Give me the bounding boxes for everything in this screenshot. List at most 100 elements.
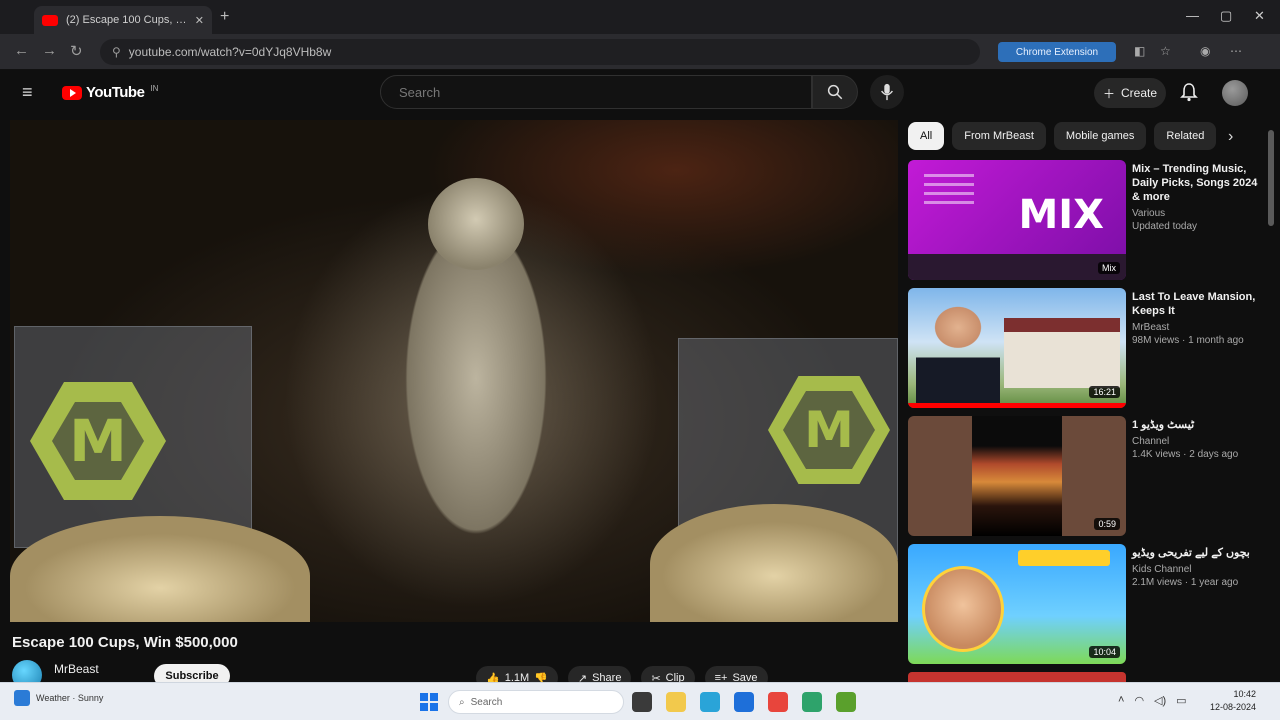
recommendation-thumbnail[interactable]: MIX Mix — [908, 160, 1126, 280]
recommendation-channel: Various — [1132, 208, 1166, 219]
clock-date: 12-08-2024 — [1210, 702, 1257, 712]
recommendation-item[interactable]: 0:59 ٹیسٹ ویڈیو 1 Channel 1.4K views · 2… — [908, 416, 1268, 536]
chip-related[interactable]: Related — [1154, 122, 1217, 150]
clock-time: 10:42 — [1233, 689, 1257, 699]
youtube-logo[interactable]: YouTube IN — [62, 84, 158, 101]
close-window-icon[interactable]: ✕ — [1254, 8, 1265, 24]
back-icon[interactable]: ← — [14, 42, 29, 59]
new-tab-icon[interactable]: + — [220, 8, 229, 26]
chip-all[interactable]: All — [908, 122, 945, 150]
close-tab-icon[interactable]: ✕ — [195, 14, 204, 27]
guide-menu-icon[interactable]: ≡ — [22, 82, 33, 103]
widget-text: Weather · Sunny — [36, 693, 104, 703]
notifications-bell-icon[interactable] — [1180, 82, 1198, 102]
recommendation-title[interactable]: Mix – Trending Music, Daily Picks, Songs… — [1132, 162, 1262, 204]
task-view-icon[interactable] — [632, 692, 652, 712]
extension-button[interactable]: Chrome Extension — [998, 42, 1116, 62]
bookmark-icon[interactable]: ☆ — [1160, 44, 1171, 58]
wifi-icon[interactable]: ◠ — [1134, 694, 1144, 707]
recommendation-meta: Last To Leave Mansion, Keeps It MrBeast … — [1132, 290, 1262, 346]
youtube-masthead: ≡ YouTube IN ＋ Create — [0, 70, 1280, 116]
minimize-icon[interactable]: — — [1186, 8, 1199, 23]
system-tray: ˄ ◠ ◁) ▭ — [1118, 694, 1187, 707]
chrome-icon[interactable] — [768, 692, 788, 712]
system-clock[interactable]: 10:42 12-08-2024 — [1210, 688, 1256, 714]
recommendation-channel: MrBeast — [1132, 322, 1170, 333]
mansion-image — [1004, 318, 1120, 388]
extensions-icon[interactable]: ◧ — [1134, 44, 1145, 58]
video-player[interactable]: M M — [10, 120, 898, 622]
person-image — [916, 296, 1000, 408]
playlist-lines — [924, 174, 974, 210]
recommendation-views: 1.4K views · 2 days ago — [1132, 449, 1239, 460]
recommendation-thumbnail[interactable]: 10:04 — [908, 544, 1126, 664]
start-button-windows-icon[interactable] — [420, 693, 438, 711]
page-scrollbar[interactable] — [1268, 120, 1276, 676]
tab-title: (2) Escape 100 Cups, Win $500,000 - YouT… — [66, 14, 187, 26]
create-button[interactable]: ＋ Create — [1094, 78, 1166, 108]
url-field[interactable]: ⚲ youtube.com/watch?v=0dYJq8VHb8w — [100, 39, 980, 65]
windows-taskbar: Weather · Sunny ⌕ Search ˄ ◠ ◁) ▭ 10:42 … — [0, 682, 1280, 720]
chip-mobile-games[interactable]: Mobile games — [1053, 122, 1147, 150]
maximize-icon[interactable]: ▢ — [1220, 8, 1232, 24]
recommendation-title[interactable]: بچوں کے لیے تفریحی ویڈیو — [1132, 546, 1262, 560]
browser-tab[interactable]: (2) Escape 100 Cups, Win $500,000 - YouT… — [34, 6, 212, 34]
search-input[interactable] — [397, 83, 811, 101]
taskbar-apps — [632, 692, 856, 712]
video-title: Escape 100 Cups, Win $500,000 — [12, 634, 238, 651]
edge-icon[interactable] — [700, 692, 720, 712]
app-icon[interactable] — [802, 692, 822, 712]
country-code: IN — [150, 84, 159, 93]
store-icon[interactable] — [734, 692, 754, 712]
recommendation-channel: Kids Channel — [1132, 564, 1192, 575]
search-button[interactable] — [812, 75, 858, 109]
file-explorer-icon[interactable] — [666, 692, 686, 712]
url-text: youtube.com/watch?v=0dYJq8VHb8w — [128, 45, 332, 59]
duration-badge: 16:21 — [1089, 386, 1120, 398]
recommendation-item[interactable]: MIX Mix Mix – Trending Music, Daily Pick… — [908, 160, 1268, 280]
ghillie-head — [428, 178, 524, 270]
recommendation-thumbnail[interactable]: 0:59 — [908, 416, 1126, 536]
duration-badge: Mix — [1098, 262, 1120, 274]
taskbar-search-placeholder: Search — [470, 696, 503, 708]
forward-icon[interactable]: → — [42, 42, 57, 59]
profile-icon[interactable]: ◉ — [1200, 44, 1210, 58]
youtube-favicon-icon — [42, 14, 58, 26]
recommendation-item[interactable]: 16:21 Last To Leave Mansion, Keeps It Mr… — [908, 288, 1268, 408]
menu-icon[interactable]: ⋯ — [1230, 44, 1242, 58]
recommendation-item[interactable]: 10:04 بچوں کے لیے تفریحی ویڈیو Kids Chan… — [908, 544, 1268, 664]
account-avatar[interactable] — [1222, 80, 1248, 106]
browser-tabstrip: (2) Escape 100 Cups, Win $500,000 - YouT… — [0, 0, 1280, 34]
next-recommendation-peek[interactable] — [908, 672, 1126, 682]
recommendation-views: 2.1M views · 1 year ago — [1132, 577, 1239, 588]
chevron-up-icon[interactable]: ˄ — [1118, 694, 1124, 707]
face-image — [922, 566, 1004, 652]
recommendation-title[interactable]: Last To Leave Mansion, Keeps It — [1132, 290, 1262, 318]
filter-chips: All From MrBeast Mobile games Related — [908, 122, 1217, 150]
recommendation-views: Updated today — [1132, 221, 1198, 232]
scrollbar-thumb[interactable] — [1268, 130, 1274, 226]
taskbar-search[interactable]: ⌕ Search — [448, 690, 624, 714]
search-box — [380, 75, 812, 109]
chip-from-channel[interactable]: From MrBeast — [952, 122, 1046, 150]
microphone-icon — [881, 83, 893, 101]
create-label: Create — [1120, 86, 1158, 100]
recommendation-channel: Channel — [1132, 436, 1170, 447]
recommendation-meta: ٹیسٹ ویڈیو 1 Channel 1.4K views · 2 days… — [1132, 418, 1262, 460]
chevron-right-icon[interactable]: › — [1228, 128, 1233, 146]
recommendation-title[interactable]: ٹیسٹ ویڈیو 1 — [1132, 418, 1262, 432]
recommendation-views: 98M views · 1 month ago — [1132, 335, 1244, 346]
reload-icon[interactable]: ↻ — [70, 42, 83, 60]
watched-progress-bar — [908, 403, 1126, 408]
site-info-icon[interactable]: ⚲ — [112, 45, 121, 59]
weather-widget[interactable]: Weather · Sunny — [14, 690, 103, 706]
search-icon: ⌕ — [459, 696, 465, 708]
battery-icon[interactable]: ▭ — [1176, 694, 1186, 707]
address-bar: ← → ↻ ⚲ youtube.com/watch?v=0dYJq8VHb8w … — [0, 34, 1280, 70]
mix-thumbnail-text: MIX — [1018, 192, 1104, 238]
volume-icon[interactable]: ◁) — [1154, 694, 1166, 707]
voice-search-button[interactable] — [870, 75, 904, 109]
channel-name[interactable]: MrBeast — [54, 662, 99, 676]
recommendation-thumbnail[interactable]: 16:21 — [908, 288, 1126, 408]
app-icon[interactable] — [836, 692, 856, 712]
